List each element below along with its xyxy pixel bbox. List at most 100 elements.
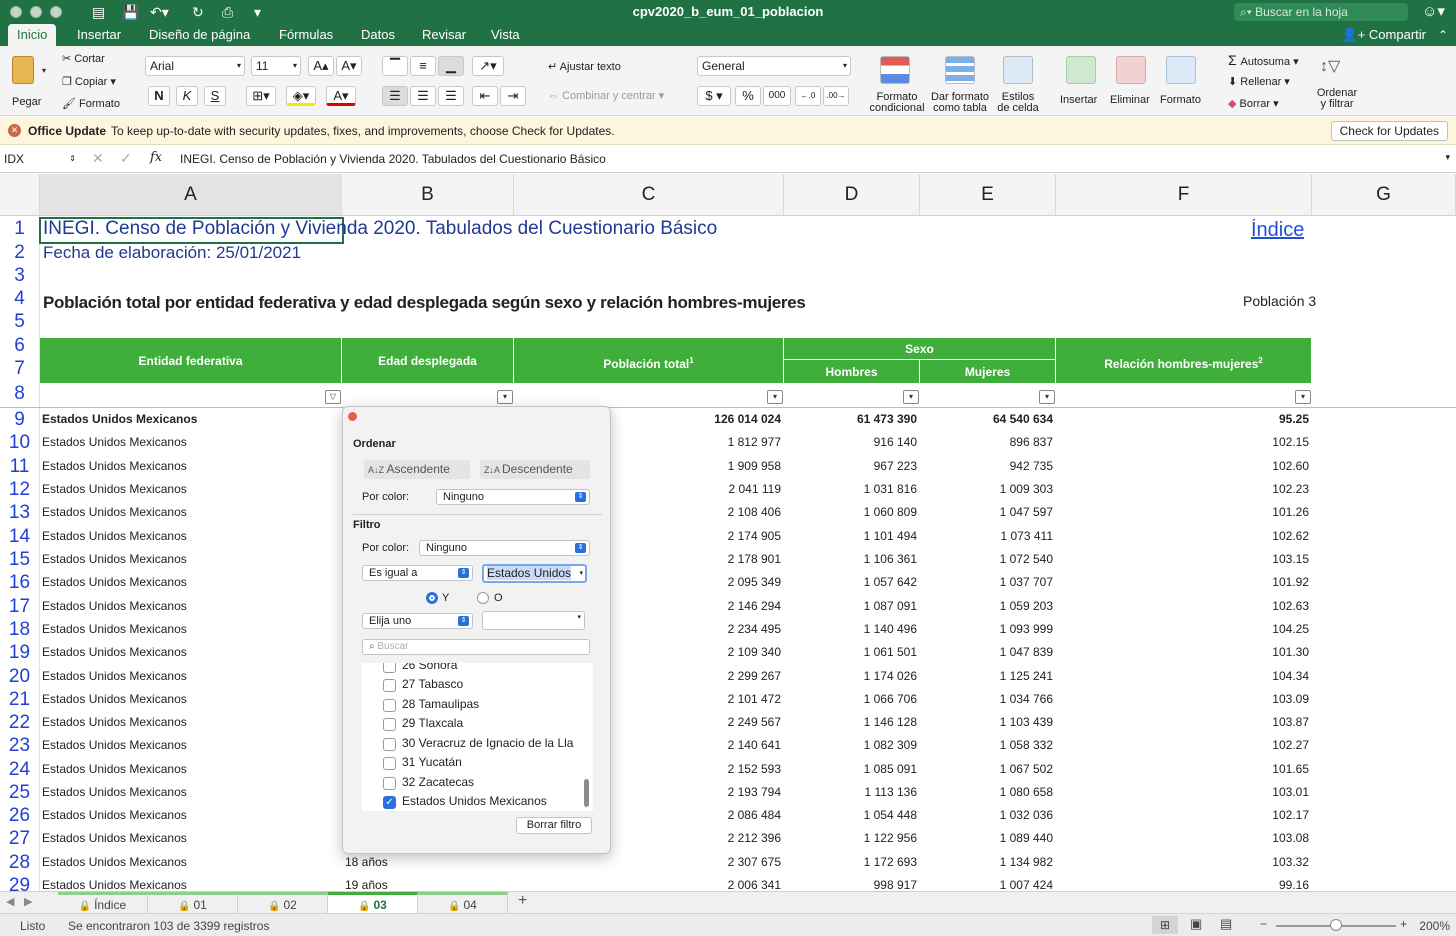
ratio-cell[interactable]: 104.34 (1056, 669, 1309, 683)
filter-condition-select[interactable]: Es igual a ⇕ (362, 565, 473, 581)
column-header-f[interactable]: F (1056, 174, 1312, 216)
tab-revisar[interactable]: Revisar (413, 24, 475, 46)
women-cell[interactable]: 1 047 597 (920, 505, 1053, 519)
row-header[interactable]: 5 (0, 310, 40, 333)
align-bottom-icon[interactable]: ▁ (438, 56, 464, 76)
women-cell[interactable]: 1 072 540 (920, 552, 1053, 566)
table-row[interactable]: 22 Estados Unidos Mexicanos 2 249 567 1 146… (0, 711, 1456, 734)
add-sheet-button[interactable]: + (518, 892, 527, 910)
underline-button[interactable]: S (204, 86, 226, 106)
row-header[interactable]: 23 (0, 734, 40, 757)
table-row[interactable]: 12 Estados Unidos Mexicanos 2 041 119 1 031… (0, 478, 1456, 501)
row-header[interactable]: 13 (0, 501, 40, 524)
row-header[interactable]: 14 (0, 525, 40, 548)
select-all-corner[interactable] (0, 174, 40, 216)
tab-vista[interactable]: Vista (482, 24, 529, 46)
entity-cell[interactable]: Estados Unidos Mexicanos (42, 855, 340, 869)
merge-center-button[interactable]: ⇔ Combinar y centrar ▾ (548, 89, 664, 102)
row-header[interactable]: 15 (0, 548, 40, 571)
entity-cell[interactable]: Estados Unidos Mexicanos (42, 808, 340, 822)
index-link[interactable]: Índice (1251, 219, 1304, 242)
filter-button-age[interactable]: ▾ (497, 390, 513, 404)
entity-cell[interactable]: Estados Unidos Mexicanos (42, 715, 340, 729)
filter-search-input[interactable]: ⌕ Buscar (362, 639, 590, 655)
column-header-g[interactable]: G (1312, 174, 1456, 216)
row-header[interactable]: 11 (0, 455, 40, 478)
filter-value-input[interactable]: Estados Unidos ▾ (482, 564, 587, 583)
table-row[interactable]: 21 Estados Unidos Mexicanos 2 101 472 1 066… (0, 688, 1456, 711)
ratio-cell[interactable]: 101.65 (1056, 762, 1309, 776)
table-row[interactable]: 25 Estados Unidos Mexicanos 2 193 794 1 113… (0, 781, 1456, 804)
zoom-slider-thumb[interactable] (1330, 919, 1342, 931)
men-cell[interactable]: 1 140 496 (784, 622, 917, 636)
row-header[interactable]: 20 (0, 665, 40, 688)
women-cell[interactable]: 1 073 411 (920, 529, 1054, 543)
close-notification-icon[interactable]: ✕ (8, 124, 21, 137)
align-middle-icon[interactable]: ≡ (410, 56, 436, 76)
women-cell[interactable]: 942 735 (920, 459, 1053, 473)
sheet-tab[interactable]: 🔒 03 (328, 892, 418, 913)
women-cell[interactable]: 1 134 982 (920, 855, 1053, 869)
table-row[interactable]: 9 Estados Unidos Mexicanos 126 014 024 61 4… (0, 408, 1456, 431)
tab-diseno[interactable]: Diseño de página (140, 24, 259, 46)
women-cell[interactable]: 1 093 999 (920, 622, 1053, 636)
total-cell[interactable]: 2 307 675 (514, 855, 781, 869)
formula-content[interactable]: INEGI. Censo de Población y Vivienda 202… (180, 152, 606, 166)
decrease-indent-icon[interactable]: ⇤ (472, 86, 498, 106)
men-cell[interactable]: 1 061 501 (784, 645, 917, 659)
row-header[interactable]: 9 (0, 408, 40, 431)
conditional-format-button[interactable]: Formato condicional (866, 52, 928, 114)
row-header[interactable]: 6 (0, 334, 40, 357)
table-row[interactable]: 17 Estados Unidos Mexicanos 2 146 294 1 087… (0, 595, 1456, 618)
row-header[interactable]: 17 (0, 595, 40, 618)
ratio-cell[interactable]: 102.27 (1056, 738, 1309, 752)
zoom-out-button[interactable]: − (1260, 917, 1267, 931)
men-cell[interactable]: 1 146 128 (784, 715, 917, 729)
font-color-icon[interactable]: A▾ (326, 86, 356, 106)
filter-button-total[interactable]: ▾ (767, 390, 783, 404)
men-cell[interactable]: 1 057 642 (784, 575, 917, 589)
men-cell[interactable]: 61 473 390 (784, 412, 917, 426)
sheet-tab[interactable]: 🔒 02 (238, 892, 328, 913)
table-row[interactable]: 10 Estados Unidos Mexicanos 1 812 977 916 1… (0, 431, 1456, 454)
men-cell[interactable]: 1 172 693 (784, 855, 917, 869)
currency-button[interactable]: $ ▾ (697, 86, 731, 106)
format-as-table-button[interactable]: Dar formato como tabla (929, 52, 991, 114)
radio-and[interactable] (426, 592, 438, 604)
entity-cell[interactable]: Estados Unidos Mexicanos (42, 412, 340, 426)
increase-indent-icon[interactable]: ⇥ (500, 86, 526, 106)
men-cell[interactable]: 1 113 136 (784, 785, 918, 799)
men-cell[interactable]: 1 101 494 (784, 529, 917, 543)
ratio-cell[interactable]: 102.60 (1056, 459, 1309, 473)
table-row[interactable]: 13 Estados Unidos Mexicanos 2 108 406 1 060… (0, 501, 1456, 524)
sheet-tab[interactable]: 🔒 04 (418, 892, 508, 913)
filter-value-checkbox[interactable] (383, 738, 396, 751)
search-sheet-input[interactable]: ⌕▾ Buscar en la hoja (1234, 3, 1408, 21)
align-center-icon[interactable]: ☰ (410, 86, 436, 106)
prev-sheet-icon[interactable]: ◀ (6, 895, 14, 908)
filter-value-label[interactable]: 32 Zacatecas (402, 775, 474, 789)
table-row[interactable]: 27 Estados Unidos Mexicanos 2 212 396 1 122… (0, 827, 1456, 850)
decrease-decimal-icon[interactable]: .00→ (823, 86, 849, 106)
table-row[interactable]: 23 Estados Unidos Mexicanos 2 140 641 1 082… (0, 734, 1456, 757)
women-cell[interactable]: 1 034 766 (920, 692, 1053, 706)
filter-value-label[interactable]: 26 Sonora (402, 663, 457, 672)
filter-value-checkbox[interactable] (383, 757, 396, 770)
row-header[interactable]: 21 (0, 688, 40, 711)
filter-color-select[interactable]: Ninguno ⇕ (419, 540, 590, 556)
paste-button[interactable]: ▾ Pegar (8, 52, 48, 112)
filter-value-label[interactable]: 28 Tamaulipas (402, 697, 479, 711)
men-cell[interactable]: 1 082 309 (784, 738, 917, 752)
row-header[interactable]: 8 (0, 381, 40, 407)
close-popup-button[interactable] (348, 412, 357, 421)
expand-formula-icon[interactable]: ▾ (1445, 152, 1450, 163)
filter-value-checkbox[interactable] (383, 663, 396, 673)
table-row[interactable]: 18 Estados Unidos Mexicanos 2 234 495 1 140… (0, 618, 1456, 641)
share-button[interactable]: 👤+ Compartir (1342, 27, 1426, 43)
row-header[interactable]: 27 (0, 827, 40, 850)
men-cell[interactable]: 1 054 448 (784, 808, 917, 822)
list-scrollbar[interactable] (584, 779, 589, 807)
bold-button[interactable]: N (148, 86, 170, 106)
column-header-d[interactable]: D (784, 174, 920, 216)
fill-color-icon[interactable]: ◈▾ (286, 86, 316, 106)
